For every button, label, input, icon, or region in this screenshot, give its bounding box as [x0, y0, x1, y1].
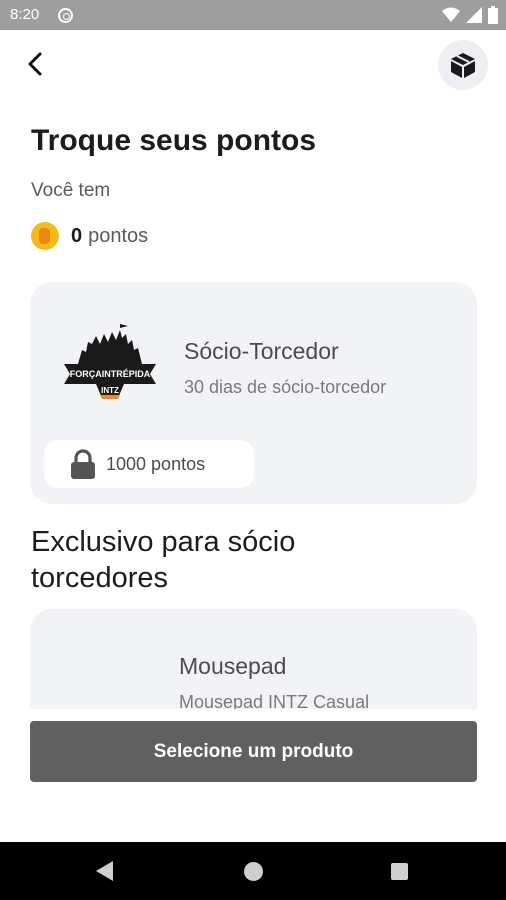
lock-icon	[71, 449, 95, 479]
intz-logo-icon: FORÇAINTRÉPIDA INTZ	[64, 324, 156, 399]
exclusive-item-card[interactable]: Mousepad Mousepad INTZ Casual	[30, 609, 477, 709]
reward-name: Sócio-Torcedor	[184, 338, 339, 364]
status-time: 8:20	[10, 6, 40, 23]
battery-icon	[488, 6, 498, 24]
reward-price: 1000 pontos	[106, 453, 206, 474]
exclusive-item-name: Mousepad	[179, 653, 287, 679]
wifi-icon	[442, 7, 460, 22]
signal-icon	[466, 7, 482, 23]
reward-card[interactable]: FORÇAINTRÉPIDA INTZ Sócio-Torcedor 30 di…	[30, 282, 477, 504]
reward-description: 30 dias de sócio-torcedor	[184, 377, 387, 397]
reward-price-badge: 1000 pontos	[44, 440, 254, 488]
nav-back-icon[interactable]	[96, 861, 113, 881]
notification-icon	[58, 8, 73, 23]
navigation-bar	[0, 842, 506, 900]
points-balance: 0 pontos	[31, 222, 148, 250]
select-product-button[interactable]: Selecione um produto	[30, 721, 477, 782]
coin-icon	[31, 222, 59, 250]
status-bar: 8:20	[0, 0, 506, 30]
back-button[interactable]	[18, 46, 54, 82]
points-value: 0	[71, 224, 83, 247]
points-unit: pontos	[88, 224, 149, 247]
nav-home-icon[interactable]	[244, 862, 263, 881]
status-icons	[442, 6, 498, 24]
exclusive-item-description: Mousepad INTZ Casual	[179, 692, 370, 709]
logo-text-top: FORÇAINTRÉPIDA	[70, 369, 151, 379]
page-title: Troque seus pontos	[31, 124, 317, 157]
arrow-left-icon	[28, 52, 42, 76]
balance-label: Você tem	[31, 180, 111, 201]
section-title-exclusive: Exclusivo para sócio torcedores	[31, 526, 296, 594]
exclusive-list: Mousepad Mousepad INTZ Casual	[30, 609, 477, 709]
my-orders-button[interactable]	[438, 40, 488, 90]
team-logo: FORÇAINTRÉPIDA INTZ	[60, 322, 160, 402]
nav-recents-icon[interactable]	[391, 863, 408, 880]
package-icon	[451, 53, 475, 78]
logo-text-bottom: INTZ	[101, 386, 119, 395]
